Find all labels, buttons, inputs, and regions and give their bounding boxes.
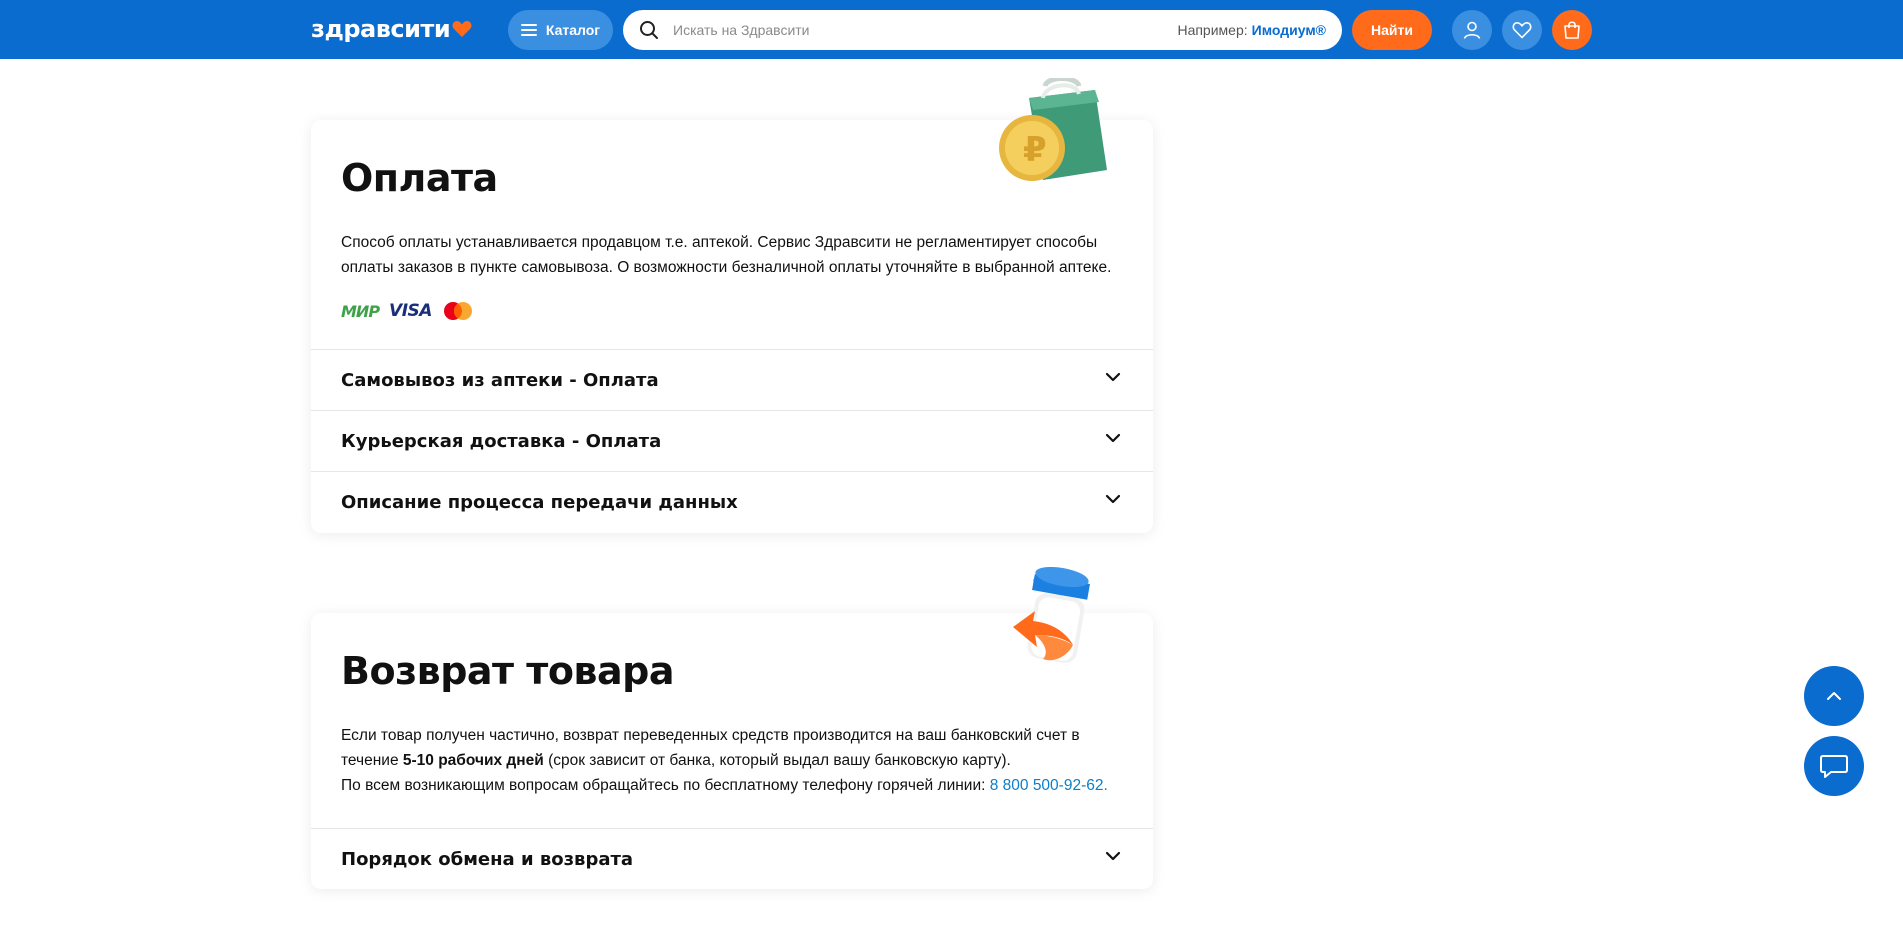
chevron-down-icon bbox=[1105, 494, 1121, 504]
bag-icon bbox=[1564, 21, 1580, 39]
catalog-label: Каталог bbox=[545, 22, 601, 38]
svg-text:₽: ₽ bbox=[1023, 130, 1047, 170]
catalog-button[interactable]: Каталог bbox=[508, 10, 613, 50]
cart-button[interactable] bbox=[1552, 10, 1592, 50]
returns-text-part: (срок зависит от банка, который выдал ва… bbox=[543, 752, 1011, 769]
chevron-down-icon bbox=[1105, 372, 1121, 382]
accordion-pickup-payment[interactable]: Самовывоз из аптеки - Оплата bbox=[311, 349, 1153, 410]
hotline-text: По всем возникающим вопросам обращайтесь… bbox=[341, 773, 1131, 798]
logo-text: здравсити bbox=[311, 15, 451, 43]
accordion-label: Порядок обмена и возврата bbox=[341, 848, 634, 870]
payment-logos: МИР VISA bbox=[341, 301, 474, 321]
menu-icon bbox=[520, 24, 537, 36]
scroll-top-button[interactable] bbox=[1804, 666, 1864, 726]
example-link[interactable]: Имодиум® bbox=[1252, 22, 1326, 38]
visa-logo: VISA bbox=[389, 301, 432, 321]
returns-text: Если товар получен частично, возврат пер… bbox=[341, 723, 1131, 773]
payment-title: Оплата bbox=[341, 156, 498, 200]
coin-bag-illustration-icon: ₽ bbox=[999, 78, 1107, 181]
chat-button[interactable] bbox=[1804, 736, 1864, 796]
payment-text: Способ оплаты устанавливается продавцом … bbox=[341, 234, 1112, 276]
search-example: Например: Имодиум® bbox=[1177, 22, 1326, 38]
site-logo[interactable]: здравсити bbox=[311, 15, 472, 43]
returns-title: Возврат товара bbox=[341, 649, 674, 693]
hotline-label: По всем возникающим вопросам обращайтесь… bbox=[341, 777, 990, 794]
accordion-label: Описание процесса передачи данных bbox=[341, 491, 738, 513]
mastercard-logo-icon bbox=[443, 302, 472, 320]
accordion-data-transfer[interactable]: Описание процесса передачи данных bbox=[311, 471, 1153, 532]
search-icon bbox=[640, 21, 658, 39]
top-header: здравсити Каталог Например: Имодиум® Най… bbox=[0, 0, 1903, 59]
accordion-label: Курьерская доставка - Оплата bbox=[341, 430, 662, 452]
search-input[interactable] bbox=[673, 15, 1133, 45]
heart-logo-icon bbox=[452, 21, 472, 37]
chevron-down-icon bbox=[1105, 851, 1121, 861]
chat-icon bbox=[1820, 755, 1848, 778]
favorites-button[interactable] bbox=[1502, 10, 1542, 50]
chevron-down-icon bbox=[1105, 433, 1121, 443]
chevron-up-icon bbox=[1827, 692, 1841, 700]
mir-logo: МИР bbox=[341, 301, 380, 321]
accordion-label: Самовывоз из аптеки - Оплата bbox=[341, 369, 659, 391]
hotline-phone-link[interactable]: 8 800 500-92-62. bbox=[990, 777, 1108, 794]
user-icon bbox=[1463, 21, 1481, 39]
search-bar: Например: Имодиум® bbox=[623, 10, 1342, 50]
find-button[interactable]: Найти bbox=[1352, 10, 1432, 50]
accordion-courier-payment[interactable]: Курьерская доставка - Оплата bbox=[311, 410, 1153, 471]
heart-icon bbox=[1512, 21, 1532, 39]
returns-days: 5-10 рабочих дней bbox=[402, 752, 544, 769]
return-jar-illustration-icon bbox=[1013, 567, 1090, 663]
profile-button[interactable] bbox=[1452, 10, 1492, 50]
accordion-exchange-return[interactable]: Порядок обмена и возврата bbox=[311, 828, 1153, 889]
example-prefix: Например: bbox=[1177, 22, 1248, 38]
